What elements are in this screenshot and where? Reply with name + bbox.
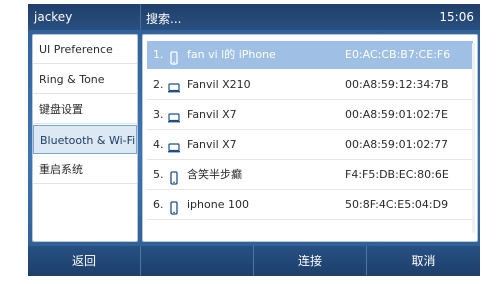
clock: 15:06 — [439, 10, 474, 24]
device-mac: 50:8F:4C:E5:04:D9 — [345, 198, 449, 211]
menu-item-ui-preference[interactable]: UI Preference — [33, 35, 137, 64]
device-row[interactable]: 3. Fanvil X7 00:A8:59:01:02:7E — [147, 101, 473, 130]
settings-menu: UI Preference Ring & Tone 键盘设置 Bluetooth… — [32, 34, 138, 242]
account-name: jackey — [34, 10, 73, 24]
device-name: 含笑半步癫 — [187, 168, 242, 181]
menu-item-ring-tone[interactable]: Ring & Tone — [33, 65, 137, 94]
laptop-icon — [167, 108, 181, 123]
softkey-empty — [141, 246, 254, 276]
device-name: Fanvil X210 — [187, 78, 251, 91]
status-divider — [140, 4, 141, 30]
device-row[interactable]: 5. 含笑半步癫 F4:F5:DB:EC:80:6E — [147, 161, 473, 190]
phone-icon — [167, 168, 181, 185]
device-index: 4. — [153, 138, 164, 151]
menu-item-bluetooth-wifi[interactable]: Bluetooth & Wi-Fi — [33, 125, 137, 154]
scrollbar[interactable] — [472, 43, 475, 233]
device-name: fan vi l的 iPhone — [187, 48, 276, 61]
softkey-back[interactable]: 返回 — [28, 246, 141, 276]
laptop-icon — [167, 138, 181, 153]
device-row[interactable]: 2. Fanvil X210 00:A8:59:12:34:7B — [147, 71, 473, 100]
device-mac: E0:AC:CB:B7:CE:F6 — [345, 48, 451, 61]
search-field[interactable]: 搜索... — [146, 10, 181, 27]
device-mac: 00:A8:59:12:34:7B — [345, 78, 449, 91]
device-index: 5. — [153, 168, 164, 181]
device-mac: F4:F5:DB:EC:80:6E — [345, 168, 449, 181]
phone-icon — [167, 48, 181, 65]
device-row[interactable]: 1. fan vi l的 iPhone E0:AC:CB:B7:CE:F6 — [147, 41, 473, 69]
laptop-icon — [167, 78, 181, 93]
screen: jackey 搜索... 15:06 UI Preference Ring & … — [0, 0, 500, 284]
softkey-cancel[interactable]: 取消 — [367, 246, 480, 276]
device-index: 2. — [153, 78, 164, 91]
menu-item-keyboard-settings[interactable]: 键盘设置 — [33, 95, 137, 124]
softkey-connect[interactable]: 连接 — [254, 246, 367, 276]
device-index: 1. — [153, 48, 164, 61]
phone-display: jackey 搜索... 15:06 UI Preference Ring & … — [28, 4, 480, 276]
menu-item-restart-system[interactable]: 重启系统 — [33, 155, 137, 184]
softkey-bar: 返回 连接 取消 — [28, 246, 480, 276]
device-mac: 00:A8:59:01:02:7E — [345, 108, 448, 121]
device-mac: 00:A8:59:01:02:77 — [345, 138, 449, 151]
phone-icon — [167, 198, 181, 215]
device-list: 1. fan vi l的 iPhone E0:AC:CB:B7:CE:F6 2. Fan… — [142, 34, 478, 242]
device-index: 6. — [153, 198, 164, 211]
menu-item-empty — [33, 185, 137, 214]
device-row[interactable]: 4. Fanvil X7 00:A8:59:01:02:77 — [147, 131, 473, 160]
device-name: iphone 100 — [187, 198, 249, 211]
device-index: 3. — [153, 108, 164, 121]
status-bar: jackey 搜索... 15:06 — [28, 4, 480, 30]
device-name: Fanvil X7 — [187, 108, 237, 121]
device-row[interactable]: 6. iphone 100 50:8F:4C:E5:04:D9 — [147, 191, 473, 220]
device-name: Fanvil X7 — [187, 138, 237, 151]
